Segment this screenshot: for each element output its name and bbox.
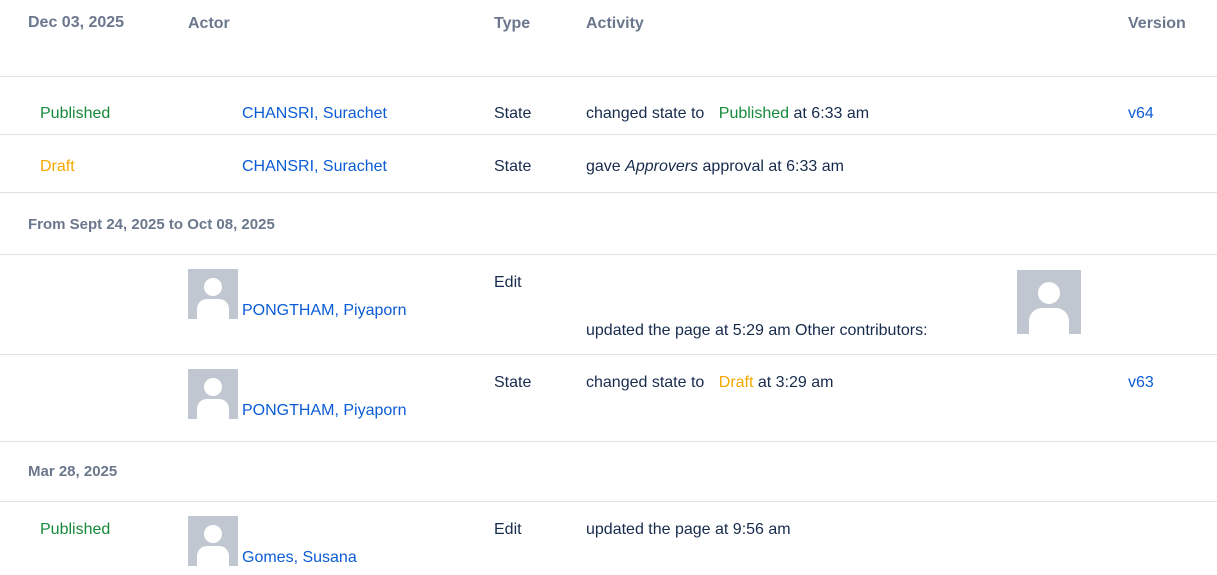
- version-link[interactable]: v63: [1128, 371, 1154, 395]
- type-label: State: [494, 158, 532, 175]
- group-date: Mar 28, 2025: [28, 463, 118, 480]
- activity-approvers: Approvers: [625, 158, 699, 175]
- activity-state: Draft: [718, 374, 754, 391]
- avatar-body: [197, 546, 229, 566]
- table-row: PONGTHAM, Piyaporn Edit updated the page…: [0, 255, 1217, 355]
- table-header: Dec 03, 2025 Actor Type Activity Version: [0, 0, 1217, 77]
- table-row: Published Gomes, Susana Edit updated the…: [0, 502, 1217, 575]
- type-label: Edit: [494, 521, 522, 538]
- state-label: Published: [40, 105, 111, 122]
- table-row: Published CHANSRI, Surachet State change…: [0, 77, 1217, 135]
- actor-link[interactable]: CHANSRI, Surachet: [242, 102, 387, 126]
- avatar-head: [204, 525, 222, 543]
- actor-link[interactable]: CHANSRI, Surachet: [242, 155, 387, 179]
- avatar-head: [204, 278, 222, 296]
- activity-prefix: changed state to: [586, 374, 705, 391]
- activity-prefix: changed state to: [586, 105, 705, 122]
- activity-text: changed state to Published at 6:33 am: [586, 102, 869, 126]
- column-header-actor: Actor: [188, 15, 230, 32]
- column-header-activity: Activity: [586, 15, 644, 32]
- avatar-head: [204, 378, 222, 396]
- activity-suffix: approval at 6:33 am: [702, 158, 844, 175]
- type-label: Edit: [494, 274, 522, 291]
- avatar-head: [1038, 282, 1060, 304]
- avatar[interactable]: [188, 516, 238, 566]
- state-label: Published: [40, 521, 111, 538]
- avatar-body: [1029, 308, 1069, 334]
- avatar[interactable]: [188, 369, 238, 419]
- group-header: From Sept 24, 2025 to Oct 08, 2025: [0, 193, 1217, 255]
- group-header: Mar 28, 2025: [0, 442, 1217, 502]
- activity-text: updated the page at 9:56 am: [586, 521, 791, 538]
- activity-prefix: gave: [586, 158, 621, 175]
- type-label: State: [494, 105, 532, 122]
- avatar[interactable]: [188, 269, 238, 319]
- column-header-type: Type: [494, 15, 531, 32]
- group-date-range: From Sept 24, 2025 to Oct 08, 2025: [28, 216, 275, 233]
- page-history-table: Dec 03, 2025 Actor Type Activity Version…: [0, 0, 1217, 575]
- contributor-avatar[interactable]: [1017, 270, 1081, 334]
- type-label: State: [494, 374, 532, 391]
- activity-text: changed state to Draft at 3:29 am: [586, 371, 834, 395]
- actor-link[interactable]: PONGTHAM, Piyaporn: [242, 399, 406, 423]
- actor-link[interactable]: Gomes, Susana: [242, 546, 357, 570]
- table-row: Draft CHANSRI, Surachet State gave Appro…: [0, 135, 1217, 193]
- avatar-body: [197, 299, 229, 319]
- activity-suffix: at 3:29 am: [757, 374, 834, 391]
- avatar-body: [197, 399, 229, 419]
- table-row: PONGTHAM, Piyaporn State changed state t…: [0, 355, 1217, 442]
- column-header-date: Dec 03, 2025: [28, 14, 125, 31]
- version-link[interactable]: v64: [1128, 102, 1154, 126]
- activity-text: gave Approvers approval at 6:33 am: [586, 155, 844, 179]
- activity-state: Published: [718, 105, 790, 122]
- activity-suffix: at 6:33 am: [793, 105, 870, 122]
- actor-link[interactable]: PONGTHAM, Piyaporn: [242, 299, 406, 323]
- activity-text: updated the page at 5:29 am Other contri…: [586, 322, 928, 339]
- column-header-version: Version: [1128, 15, 1186, 32]
- state-label: Draft: [40, 158, 75, 175]
